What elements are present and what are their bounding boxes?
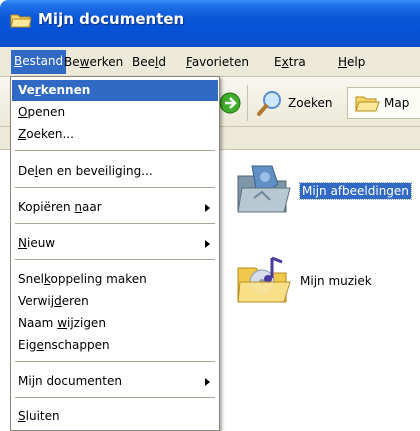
search-button[interactable]: Zoeken <box>256 87 332 119</box>
menu-extra[interactable]: Extra <box>274 55 306 69</box>
menu-separator <box>15 259 215 260</box>
menu-item-snelkoppeling[interactable]: Snelkoppeling maken <box>12 269 218 290</box>
menu-item-zoeken[interactable]: Zoeken... <box>12 124 218 145</box>
menu-favorieten[interactable]: Favorieten <box>186 55 249 69</box>
menu-separator <box>15 150 215 151</box>
title-bar: Mijn documenten <box>0 0 420 47</box>
menu-item-nieuw[interactable]: Nieuw <box>12 233 218 254</box>
menu-item-naam-wijzigen[interactable]: Naam wijzigen <box>12 313 218 334</box>
file-item-pictures[interactable]: Mijn afbeeldingen <box>232 160 412 222</box>
forward-icon <box>219 92 241 114</box>
folders-icon <box>355 96 380 112</box>
menu-separator <box>15 187 215 188</box>
menu-item-kopieren-naar[interactable]: Kopiëren naar <box>12 197 218 218</box>
folder-icon <box>10 14 32 28</box>
file-menu-dropdown: Verkennen Openen Zoeken... Delen en beve… <box>10 76 220 431</box>
menu-item-eigenschappen[interactable]: Eigenschappen <box>12 335 218 356</box>
pictures-folder-icon <box>237 165 291 213</box>
menu-item-verkennen[interactable]: Verkennen <box>12 80 218 101</box>
file-item-music[interactable]: Mijn muziek <box>232 250 372 312</box>
submenu-arrow-icon <box>205 240 210 248</box>
menu-item-openen[interactable]: Openen <box>12 102 218 123</box>
file-label: Mijn muziek <box>300 274 372 288</box>
menu-help[interactable]: Help <box>338 55 365 69</box>
menu-item-verwijderen[interactable]: Verwijderen <box>12 291 218 312</box>
menu-separator <box>15 361 215 362</box>
menu-item-mijn-documenten[interactable]: Mijn documenten <box>12 371 218 392</box>
menu-beeld[interactable]: Beeld <box>132 55 166 69</box>
menu-bewerken[interactable]: Bewerken <box>64 55 123 69</box>
folders-label: Map <box>384 96 410 110</box>
folders-button[interactable]: Map <box>347 87 420 119</box>
music-folder-icon <box>237 256 291 303</box>
submenu-arrow-icon <box>205 378 210 386</box>
file-label: Mijn afbeeldingen <box>299 182 412 200</box>
menu-item-delen[interactable]: Delen en beveiliging... <box>12 161 218 182</box>
search-icon <box>257 91 281 116</box>
menu-separator <box>15 223 215 224</box>
menu-item-sluiten[interactable]: Sluiten <box>12 406 218 427</box>
forward-button[interactable] <box>218 87 242 119</box>
menu-separator <box>15 397 215 398</box>
menu-bestand[interactable]: Bestand <box>11 50 67 74</box>
menu-bar: Bestand Bewerken Beeld Favorieten Extra … <box>0 47 420 77</box>
toolbar-separator <box>247 85 248 121</box>
search-label: Zoeken <box>288 96 333 110</box>
window-title: Mijn documenten <box>38 10 185 28</box>
submenu-arrow-icon <box>205 204 210 212</box>
